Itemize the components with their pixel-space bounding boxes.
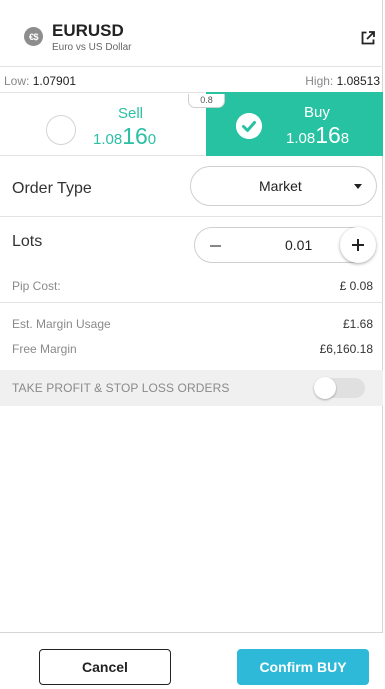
take-profit-label: TAKE PROFIT & STOP LOSS ORDERS — [12, 381, 230, 395]
action-footer: Cancel Confirm BUY — [0, 632, 383, 689]
plus-icon[interactable] — [340, 227, 376, 263]
low-value: 1.07901 — [32, 74, 77, 88]
lots-value[interactable]: 0.01 — [285, 237, 312, 253]
buy-price-fraction: 8 — [340, 130, 350, 147]
buy-price-pips: 16 — [315, 122, 341, 148]
margin-usage-label: Est. Margin Usage — [12, 317, 111, 331]
confirm-buy-button[interactable]: Confirm BUY — [237, 649, 369, 685]
spread-badge: 0.8 — [188, 94, 225, 108]
sell-price-pips: 16 — [122, 123, 148, 149]
popout-icon[interactable] — [360, 30, 376, 46]
cancel-button[interactable]: Cancel — [39, 649, 171, 685]
divider — [0, 216, 383, 217]
sell-price-fraction: 0 — [147, 131, 157, 148]
high-label: High: — [305, 74, 334, 88]
sell-radio-icon — [46, 115, 76, 145]
high-value: 1.08513 — [336, 74, 380, 88]
toggle-knob — [314, 377, 336, 399]
take-profit-toggle[interactable] — [314, 377, 365, 399]
order-panel: €$ EURUSD Euro vs US Dollar Low: 1.07901… — [0, 0, 383, 689]
buy-price-prefix: 1.08 — [286, 130, 316, 147]
take-profit-section: TAKE PROFIT & STOP LOSS ORDERS — [0, 370, 383, 406]
caret-down-icon — [354, 184, 362, 189]
check-icon — [236, 113, 262, 139]
symbol-description: Euro vs US Dollar — [52, 42, 132, 53]
sell-label: Sell — [118, 105, 144, 122]
daily-range: Low: 1.07901 High: 1.08513 — [0, 66, 383, 92]
order-type-select[interactable]: Market — [190, 166, 377, 206]
free-margin-label: Free Margin — [12, 342, 77, 356]
buy-label: Buy — [304, 104, 330, 121]
sell-button[interactable]: Sell 1.08160 — [0, 92, 205, 156]
order-type-label: Order Type — [12, 180, 92, 197]
sell-price: 1.08160 — [93, 123, 156, 150]
free-margin-value: £6,160.18 — [319, 342, 373, 356]
lots-stepper: 0.01 — [194, 227, 376, 263]
margin-usage-value: £1.68 — [342, 317, 373, 331]
pip-cost-value: £ 0.08 — [339, 279, 373, 293]
high-price: High: 1.08513 — [305, 74, 380, 88]
pip-cost-label: Pip Cost: — [12, 279, 61, 293]
sell-price-prefix: 1.08 — [93, 131, 123, 148]
order-type-value: Market — [259, 178, 302, 194]
currency-icon: €$ — [24, 27, 43, 46]
instrument-header: €$ EURUSD Euro vs US Dollar — [0, 0, 383, 66]
low-label: Low: — [4, 74, 30, 88]
buy-button[interactable]: Buy 1.08168 — [206, 92, 383, 156]
buy-price: 1.08168 — [286, 122, 349, 149]
symbol-name: EURUSD — [52, 21, 124, 40]
lots-label: Lots — [12, 233, 43, 250]
minus-icon[interactable] — [205, 235, 227, 257]
low-price: Low: 1.07901 — [4, 74, 76, 88]
divider — [0, 302, 383, 303]
